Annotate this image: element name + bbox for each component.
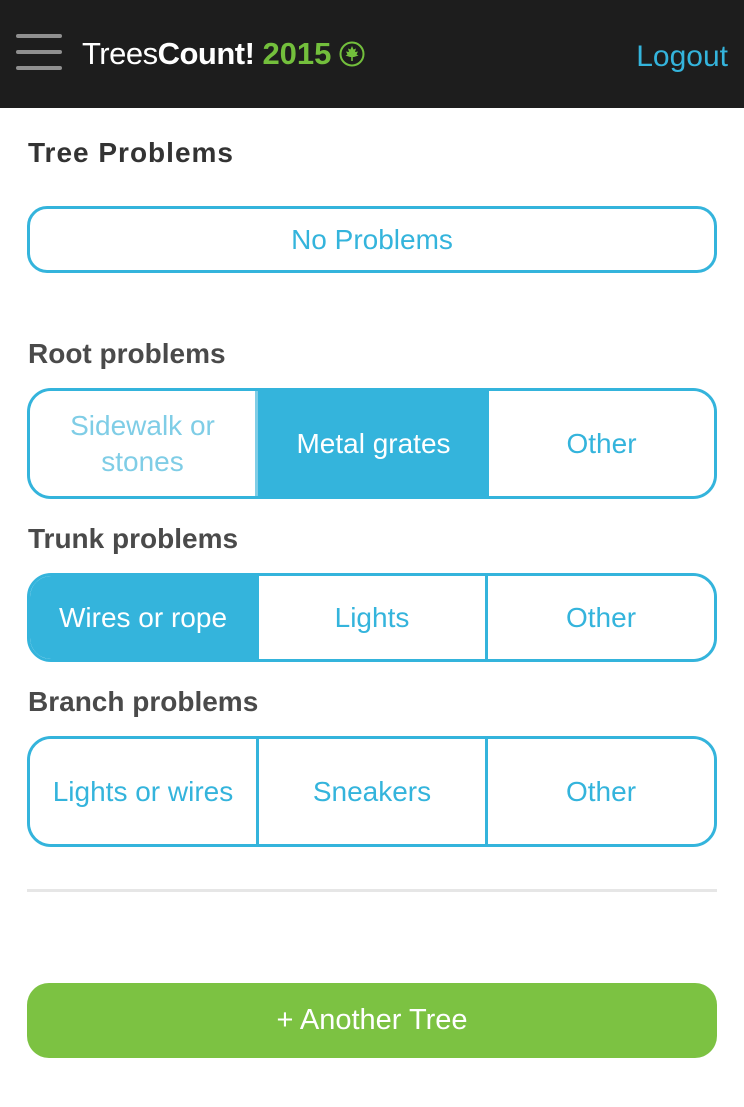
- root-option-metal-grates[interactable]: Metal grates: [258, 391, 486, 496]
- app-logo: Trees Count! 2015: [82, 34, 365, 74]
- root-problems-selector: Sidewalk or stones Metal grates Other: [27, 388, 717, 499]
- branch-option-sneakers[interactable]: Sneakers: [256, 739, 485, 844]
- brand-year: 2015: [262, 36, 332, 71]
- no-problems-button[interactable]: No Problems: [27, 206, 717, 273]
- root-option-sidewalk-or-stones[interactable]: Sidewalk or stones: [30, 391, 258, 496]
- trunk-option-lights[interactable]: Lights: [256, 576, 485, 659]
- trunk-problems-selector: Wires or rope Lights Other: [27, 573, 717, 662]
- branch-option-other[interactable]: Other: [485, 739, 714, 844]
- top-bar: Trees Count! 2015 Logout: [0, 0, 744, 108]
- branch-problems-label: Branch problems: [28, 686, 259, 717]
- page-title: Tree Problems: [28, 137, 234, 168]
- branch-problems-selector: Lights or wires Sneakers Other: [27, 736, 717, 847]
- branch-option-lights-or-wires[interactable]: Lights or wires: [30, 739, 256, 844]
- another-tree-button[interactable]: + Another Tree: [27, 983, 717, 1058]
- section-divider: [27, 889, 717, 892]
- trunk-problems-label: Trunk problems: [28, 523, 239, 554]
- trunk-option-wires-or-rope[interactable]: Wires or rope: [30, 576, 256, 659]
- root-option-other[interactable]: Other: [486, 391, 714, 496]
- brand-trees: Trees: [82, 36, 158, 71]
- brand-count: Count!: [157, 36, 255, 71]
- root-problems-label: Root problems: [28, 338, 226, 369]
- maple-leaf-icon: [339, 41, 365, 67]
- trunk-option-other[interactable]: Other: [485, 576, 714, 659]
- logout-link[interactable]: Logout: [636, 40, 728, 74]
- hamburger-menu-icon[interactable]: [16, 34, 62, 70]
